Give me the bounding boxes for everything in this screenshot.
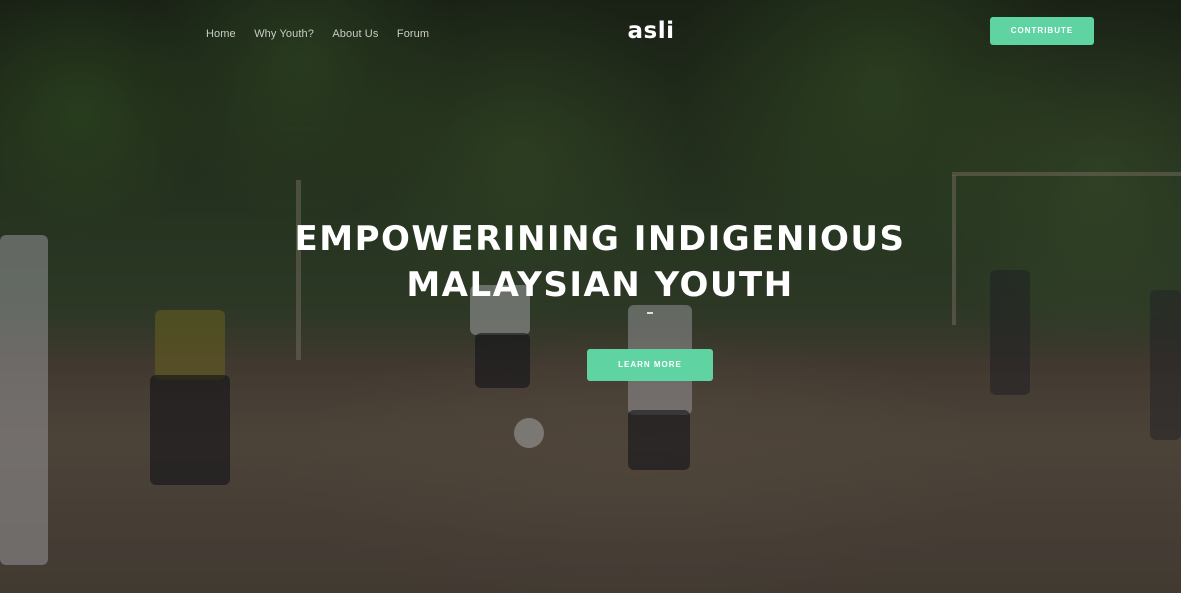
main-nav: Home Why Youth? About Us Forum — [206, 24, 443, 42]
site-logo[interactable]: asli — [624, 15, 678, 47]
hero-headline-line-1: EMPOWERINING INDIGENIOUS — [294, 219, 906, 259]
learn-more-button[interactable]: LEARN MORE — [587, 349, 713, 381]
nav-link-why-youth[interactable]: Why Youth? — [254, 26, 314, 42]
hero-headline-line-2: MALAYSIAN YOUTH — [406, 265, 794, 305]
nav-link-forum[interactable]: Forum — [397, 26, 429, 42]
nav-link-about-us[interactable]: About Us — [332, 26, 378, 42]
contribute-button[interactable]: CONTRIBUTE — [990, 17, 1094, 45]
hero-headline: EMPOWERINING INDIGENIOUS MALAYSIAN YOUTH — [290, 216, 910, 308]
headline-divider — [647, 312, 653, 314]
nav-link-home[interactable]: Home — [206, 26, 236, 42]
